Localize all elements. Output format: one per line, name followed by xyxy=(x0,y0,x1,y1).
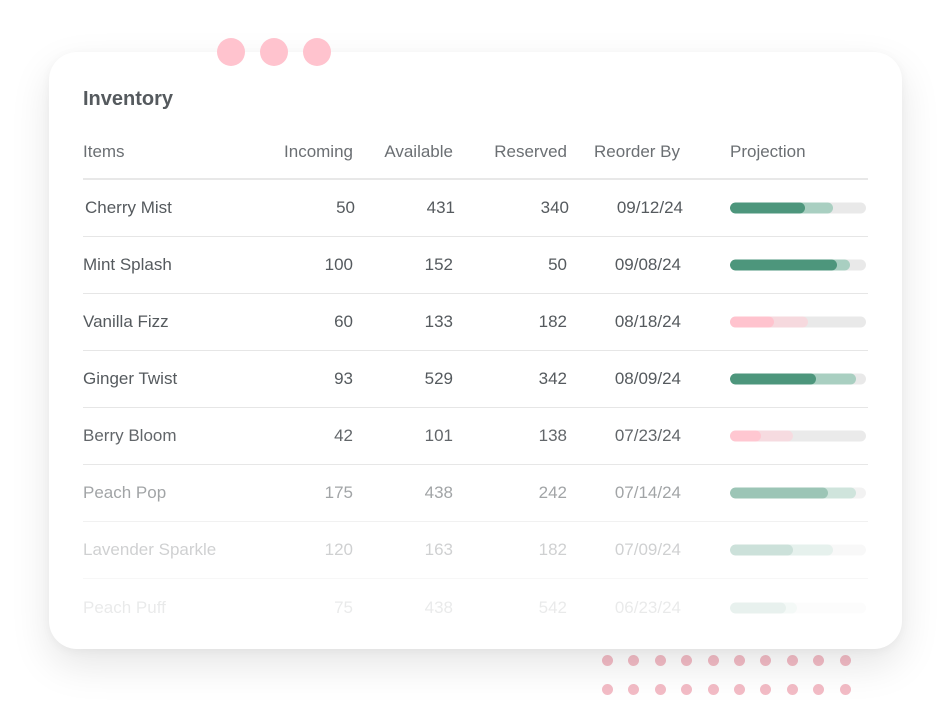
reorder-date: 09/08/24 xyxy=(614,255,681,274)
projection-current-fill xyxy=(730,316,774,328)
incoming-value: 175 xyxy=(324,483,353,502)
window-dot xyxy=(260,38,288,66)
available-value: 529 xyxy=(424,369,453,388)
card-title: Inventory xyxy=(83,88,174,110)
column-header-projection[interactable]: Projection xyxy=(730,142,806,162)
decorative-dot xyxy=(681,655,693,666)
reserved-value: 50 xyxy=(548,255,567,274)
projection-current-fill xyxy=(730,487,828,499)
reorder-date: 07/14/24 xyxy=(614,483,681,502)
reserved-value: 342 xyxy=(538,369,567,388)
projection-bar xyxy=(730,602,866,613)
reorder-date: 07/09/24 xyxy=(614,540,681,559)
reorder-date: 07/23/24 xyxy=(614,426,681,445)
projection-current-fill xyxy=(730,544,793,556)
table-row[interactable]: Berry Bloom 42 101 138 07/23/24 xyxy=(83,408,868,465)
decorative-dot xyxy=(707,684,719,695)
column-header-reorder-by[interactable]: Reorder By xyxy=(594,142,680,162)
table-row[interactable]: Peach Pop 175 438 242 07/14/24 xyxy=(83,465,868,522)
incoming-value: 120 xyxy=(324,540,353,559)
table-row[interactable]: Mint Splash 100 152 50 09/08/24 xyxy=(83,237,868,294)
decorative-dot xyxy=(760,655,772,666)
decorative-dot xyxy=(813,655,825,666)
projection-bar xyxy=(730,202,866,214)
projection-bar xyxy=(730,259,866,271)
item-name: Peach Puff xyxy=(83,597,166,617)
column-header-available[interactable]: Available xyxy=(384,142,453,162)
decorative-dot xyxy=(628,655,640,666)
decorative-dot xyxy=(654,655,666,666)
incoming-value: 75 xyxy=(334,597,353,617)
incoming-value: 60 xyxy=(334,312,353,331)
projection-current-fill xyxy=(730,202,805,214)
reserved-value: 242 xyxy=(538,483,567,502)
decorative-dot xyxy=(786,655,798,666)
decorative-dot xyxy=(760,684,772,695)
item-name: Lavender Sparkle xyxy=(83,540,217,559)
reorder-date: 08/18/24 xyxy=(614,312,681,331)
decorative-dot xyxy=(733,684,745,695)
table-row[interactable]: Peach Puff 75 438 542 06/23/24 xyxy=(83,579,868,636)
decorative-dot xyxy=(786,684,798,695)
reserved-value: 340 xyxy=(540,198,569,217)
reserved-value: 182 xyxy=(538,540,567,559)
reserved-value: 182 xyxy=(538,312,567,331)
column-header-items[interactable]: Items xyxy=(83,142,125,162)
available-value: 163 xyxy=(424,540,453,559)
item-name: Peach Pop xyxy=(83,483,167,502)
decorative-dot xyxy=(733,655,745,666)
reorder-date: 08/09/24 xyxy=(614,369,681,388)
window-dot xyxy=(217,38,245,66)
projection-bar xyxy=(730,430,866,442)
projection-current-fill xyxy=(730,259,838,271)
decorative-dot xyxy=(839,655,851,666)
available-value: 438 xyxy=(424,483,453,502)
window-dots xyxy=(217,38,331,66)
available-value: 133 xyxy=(424,312,453,331)
reserved-value: 138 xyxy=(538,426,567,445)
decorative-dot xyxy=(813,684,825,695)
available-value: 431 xyxy=(426,198,455,217)
table-row[interactable]: Vanilla Fizz 60 133 182 08/18/24 xyxy=(83,294,868,351)
decorative-dot xyxy=(602,684,613,695)
incoming-value: 100 xyxy=(324,255,353,274)
item-name: Vanilla Fizz xyxy=(83,312,169,331)
projection-bar xyxy=(730,316,866,328)
projection-current-fill xyxy=(730,373,816,385)
decorative-dot xyxy=(602,655,613,666)
table-row[interactable]: Lavender Sparkle 120 163 182 07/09/24 xyxy=(83,522,868,579)
table-row[interactable]: Ginger Twist 93 529 342 08/09/24 xyxy=(83,351,868,408)
item-name: Mint Splash xyxy=(83,255,172,274)
item-name: Berry Bloom xyxy=(83,426,177,445)
inventory-card: Inventory Items Incoming Available Reser… xyxy=(49,52,902,649)
decorative-dot xyxy=(654,684,666,695)
table-row[interactable]: Cherry Mist 50 431 340 09/12/24 xyxy=(83,180,868,237)
column-header-reserved[interactable]: Reserved xyxy=(494,142,567,162)
projection-bar xyxy=(730,373,866,385)
available-value: 152 xyxy=(424,255,453,274)
incoming-value: 50 xyxy=(336,198,355,217)
reserved-value: 542 xyxy=(538,597,567,617)
available-value: 438 xyxy=(424,597,453,617)
incoming-value: 93 xyxy=(334,369,353,388)
table-header: Items Incoming Available Reserved Reorde… xyxy=(83,142,868,180)
inventory-table: Items Incoming Available Reserved Reorde… xyxy=(83,142,868,636)
incoming-value: 42 xyxy=(334,426,353,445)
available-value: 101 xyxy=(424,426,453,445)
column-header-incoming[interactable]: Incoming xyxy=(284,142,353,162)
reorder-date: 06/23/24 xyxy=(614,597,681,617)
reorder-date: 09/12/24 xyxy=(616,198,683,217)
decorative-dot xyxy=(681,684,693,695)
item-name: Cherry Mist xyxy=(85,198,172,217)
projection-current-fill xyxy=(730,430,762,442)
projection-bar xyxy=(730,544,866,556)
decorative-dot-grid xyxy=(602,655,851,695)
decorative-dot xyxy=(839,684,851,695)
projection-bar xyxy=(730,487,866,499)
decorative-dot xyxy=(707,655,719,666)
decorative-dot xyxy=(628,684,640,695)
item-name: Ginger Twist xyxy=(83,369,178,388)
window-dot xyxy=(303,38,331,66)
projection-current-fill xyxy=(730,602,786,613)
